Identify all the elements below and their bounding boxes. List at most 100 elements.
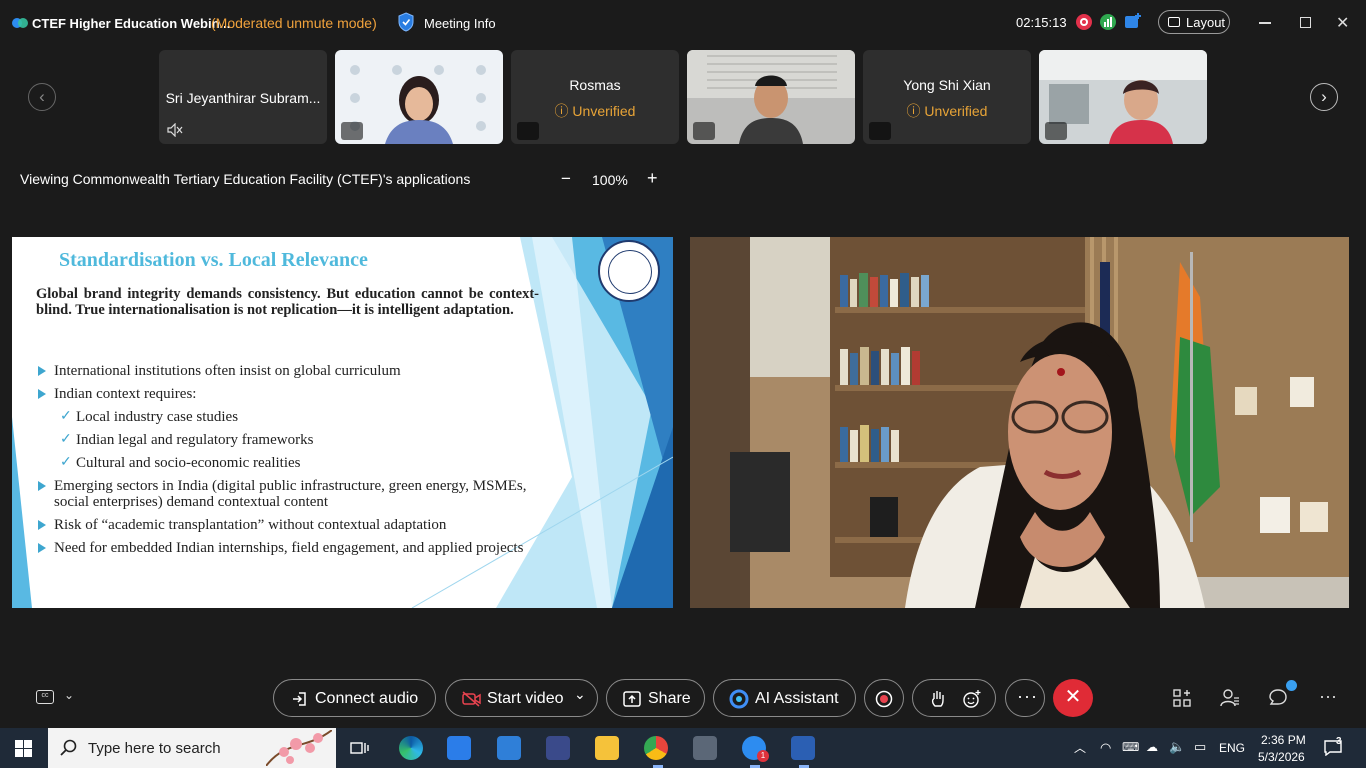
recording-icon[interactable] [1076,14,1092,30]
webex-badge: 1 [757,750,769,762]
word-app-icon[interactable] [791,736,815,760]
emoji-reaction-icon[interactable] [962,689,982,709]
connect-audio-icon [293,692,306,706]
ai-assistant-button[interactable]: AI Assistant [713,679,856,717]
slide-bullet: Need for embedded Indian internships, fi… [36,540,536,556]
taskbar-search-input[interactable]: Type here to search [48,728,336,768]
chat-icon[interactable] [1268,688,1288,708]
microsoft-store-icon[interactable] [447,736,471,760]
participant-tile[interactable]: Yong Shi Xian ⓘ Unverified [863,50,1031,144]
previous-participants-button[interactable]: ‹ [28,83,56,111]
slide-bullet: Emerging sectors in India (digital publi… [36,478,536,510]
leave-meeting-button[interactable]: ✕ [1053,679,1093,717]
wifi-icon[interactable]: ◠ [1100,740,1111,756]
participant-video-tile[interactable] [1039,50,1207,144]
association-seal-logo [598,240,660,302]
chat-notification-dot [1286,680,1297,691]
chevron-down-icon[interactable]: ⌄ [64,688,74,702]
display-icon[interactable]: ▭ [1194,739,1206,755]
meeting-info-button[interactable]: Meeting Info [424,16,496,31]
slide-intro: Global brand integrity demands consisten… [36,286,539,318]
start-video-label: Start video [487,690,564,707]
connect-audio-label: Connect audio [315,690,419,707]
layout-label: Layout [1186,15,1226,30]
slide-sub-bullet: ✓ Local industry case studies [60,409,239,425]
slide-sub-bullet: ✓ Cultural and socio-economic realities [60,455,301,471]
layout-button[interactable]: Layout [1158,10,1230,34]
mic-muted-icon [341,122,363,140]
unverified-status: ⓘ Unverified [554,103,636,119]
participants-icon[interactable] [1220,688,1240,708]
meeting-title: CTEF Higher Education Webin... [32,16,231,31]
participant-tile[interactable]: Sri Jeyanthirar Subram... [159,50,327,144]
shield-icon[interactable] [397,12,415,32]
snipping-tool-icon[interactable] [546,736,570,760]
share-button[interactable]: Share [606,679,705,717]
video-off-icon [462,691,481,707]
mic-muted-icon [1045,122,1067,140]
input-method-icon[interactable]: ⌨ [1122,740,1139,754]
minimize-icon[interactable] [1259,22,1271,24]
slide-bullet: Risk of “academic transplantation” witho… [36,517,536,533]
webex-logo-icon [12,18,28,28]
participant-name: Yong Shi Xian [903,77,991,93]
chevron-down-icon[interactable]: ⌄ [574,686,586,703]
sharing-status: Viewing Commonwealth Tertiary Education … [20,171,471,187]
zoom-in-button[interactable]: + [647,168,658,189]
participant-name: Rosmas [569,77,621,93]
reactions-group[interactable] [912,679,996,717]
zoom-out-button[interactable]: − [561,169,571,189]
more-options-button[interactable]: ··· [1005,679,1045,717]
layout-icon [1168,17,1180,27]
more-icon: ··· [1017,686,1038,706]
language-indicator[interactable]: ENG [1219,741,1245,755]
edge-browser-icon[interactable] [399,736,423,760]
participant-tile[interactable]: Rosmas ⓘ Unverified [511,50,679,144]
chevron-up-icon[interactable]: ︿ [1074,739,1086,756]
participant-name: Sri Jeyanthirar Subram... [165,90,321,106]
connect-audio-button[interactable]: Connect audio [273,679,436,717]
file-explorer-icon[interactable] [595,736,619,760]
slide-bullet: Indian context requires: [36,386,536,402]
mic-muted-icon [517,122,539,140]
search-icon [60,739,77,756]
meeting-timer: 02:15:13 [1016,15,1067,30]
participant-video-tile[interactable] [335,50,503,144]
clock-time[interactable]: 2:36 PM [1261,733,1306,747]
active-speaker-video[interactable] [690,237,1349,608]
mail-icon[interactable] [497,736,521,760]
network-stats-icon[interactable] [1100,14,1116,30]
record-button[interactable] [864,679,904,717]
volume-icon[interactable]: 🔈 [1169,739,1185,755]
close-icon[interactable]: ✕ [1336,13,1349,33]
search-placeholder: Type here to search [88,740,221,757]
apps-icon[interactable] [1173,689,1191,707]
slide-bullet-list: International institutions often insist … [36,363,536,563]
raise-hand-icon[interactable] [929,689,947,709]
chrome-browser-icon[interactable] [644,736,668,760]
start-video-button[interactable]: Start video ⌄ [445,679,598,717]
speaker-video-frame [690,237,1349,608]
ai-assistant-icon [729,689,749,709]
record-icon [875,690,893,708]
shared-slide: Standardisation vs. Local Relevance Glob… [12,237,673,608]
share-content-icon[interactable] [1124,12,1142,30]
windows-taskbar: Type here to search 1 ︿ ◠ ⌨ ☁ 🔈 ▭ ENG 2:… [0,728,1366,768]
participant-video-tile[interactable] [687,50,855,144]
search-highlight-image [266,730,332,766]
task-view-icon[interactable] [350,739,370,757]
mic-muted-icon [869,122,891,140]
check-icon: ✓ [60,409,72,424]
calculator-icon[interactable] [693,736,717,760]
unmute-mode-label: (Moderated unmute mode) [211,15,377,31]
mic-muted-icon [693,122,715,140]
clock-date[interactable]: 5/3/2026 [1258,750,1305,764]
speaker-muted-icon [167,123,183,137]
more-panels-icon[interactable]: ··· [1319,686,1337,707]
windows-start-icon[interactable] [15,740,32,757]
closed-captions-icon[interactable]: cc [36,690,54,704]
slide-title: Standardisation vs. Local Relevance [59,249,368,271]
restore-icon[interactable] [1300,17,1311,28]
onedrive-icon[interactable]: ☁ [1146,740,1158,754]
next-participants-button[interactable]: › [1310,83,1338,111]
